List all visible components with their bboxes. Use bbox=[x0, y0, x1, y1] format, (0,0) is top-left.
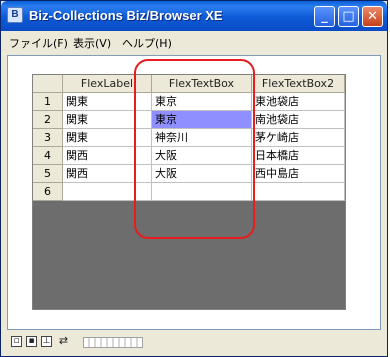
app-window-icon[interactable]: B bbox=[7, 7, 23, 23]
row-number[interactable]: 2 bbox=[33, 111, 63, 129]
window-icon[interactable]: ▫ bbox=[11, 336, 22, 347]
menu-help[interactable]: ヘルプ(H) bbox=[122, 35, 172, 51]
status-bar: ▫ ▪ ⊥ ⇄ bbox=[7, 332, 381, 352]
flextextbox2-cell[interactable]: 茅ケ崎店 bbox=[252, 129, 345, 147]
row-number[interactable]: 6 bbox=[33, 183, 63, 201]
menu-file[interactable]: ファイル(F) bbox=[9, 35, 68, 51]
title-bar[interactable]: B Biz-Collections Biz/Browser XE _ □ ✕ bbox=[1, 1, 387, 31]
save-icon[interactable]: ▪ bbox=[26, 336, 37, 347]
minimize-button[interactable]: _ bbox=[314, 6, 335, 27]
annotation-highlight bbox=[134, 59, 255, 239]
flextextbox2-cell[interactable]: 南池袋店 bbox=[252, 111, 345, 129]
header-flextextbox2[interactable]: FlexTextBox2 bbox=[252, 75, 345, 93]
flextextbox2-cell[interactable] bbox=[252, 183, 345, 201]
connection-icon[interactable]: ⇄ bbox=[58, 335, 69, 347]
print-icon[interactable]: ⊥ bbox=[41, 336, 52, 347]
close-button[interactable]: ✕ bbox=[362, 6, 383, 27]
app-window: B Biz-Collections Biz/Browser XE _ □ ✕ フ… bbox=[0, 0, 388, 357]
window-title: Biz-Collections Biz/Browser XE bbox=[29, 8, 223, 23]
menu-view[interactable]: 表示(V) bbox=[73, 35, 111, 51]
flextextbox2-cell[interactable]: 日本橋店 bbox=[252, 147, 345, 165]
header-corner[interactable] bbox=[33, 75, 63, 93]
flextextbox2-cell[interactable]: 西中島店 bbox=[252, 165, 345, 183]
status-progress bbox=[83, 337, 143, 348]
menu-bar: ファイル(F) 表示(V) ヘルプ(H) bbox=[1, 31, 387, 53]
row-number[interactable]: 3 bbox=[33, 129, 63, 147]
flextextbox2-cell[interactable]: 東池袋店 bbox=[252, 93, 345, 111]
row-number[interactable]: 5 bbox=[33, 165, 63, 183]
row-number[interactable]: 4 bbox=[33, 147, 63, 165]
maximize-button[interactable]: □ bbox=[338, 6, 359, 27]
row-number[interactable]: 1 bbox=[33, 93, 63, 111]
